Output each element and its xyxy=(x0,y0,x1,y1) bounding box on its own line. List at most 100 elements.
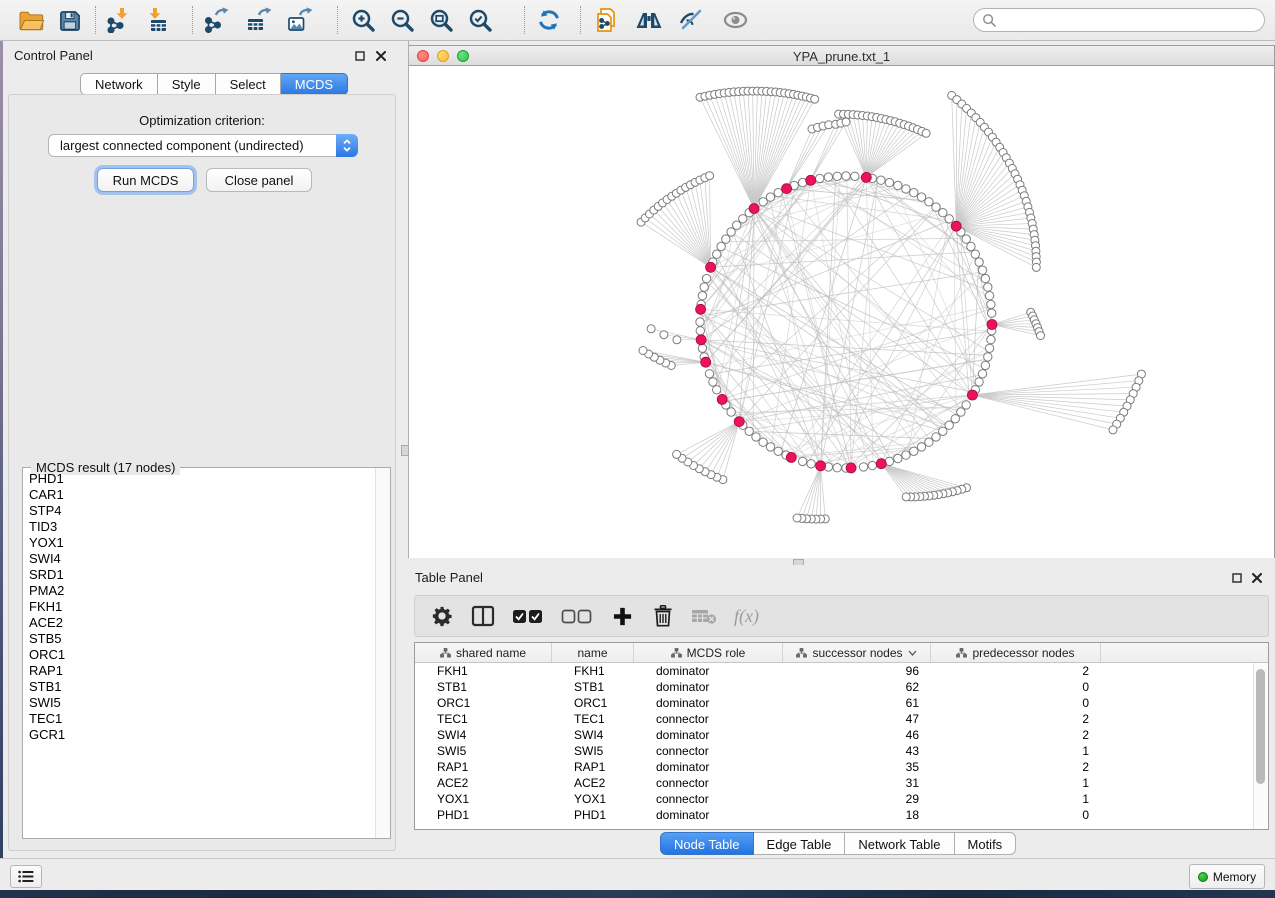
table-row[interactable]: ACE2ACE2connector311 xyxy=(415,775,1268,791)
mcds-result-item[interactable]: ORC1 xyxy=(24,647,374,663)
tab-network[interactable]: Network xyxy=(80,73,158,95)
mcds-list-scrollbar[interactable] xyxy=(375,468,390,838)
export-image-icon[interactable] xyxy=(283,4,317,36)
table-row[interactable]: YOX1YOX1connector291 xyxy=(415,791,1268,807)
cell-successor-nodes[interactable]: 43 xyxy=(783,744,931,758)
mcds-result-item[interactable]: YOX1 xyxy=(24,535,374,551)
search-field[interactable] xyxy=(973,8,1265,32)
network-window-titlebar[interactable]: YPA_prune.txt_1 xyxy=(408,45,1275,66)
cell-MCDS-role[interactable]: dominator xyxy=(634,680,783,694)
cell-shared-name[interactable]: YOX1 xyxy=(415,792,552,806)
cell-MCDS-role[interactable]: connector xyxy=(634,744,783,758)
cell-predecessor-nodes[interactable]: 2 xyxy=(931,712,1101,726)
float-window-icon[interactable] xyxy=(353,49,367,63)
select-all-checkmarks-icon[interactable] xyxy=(511,603,545,629)
cell-name[interactable]: TEC1 xyxy=(552,712,634,726)
mcds-result-item[interactable]: PHD1 xyxy=(24,471,374,487)
cell-shared-name[interactable]: TEC1 xyxy=(415,712,552,726)
cell-MCDS-role[interactable]: dominator xyxy=(634,664,783,678)
run-mcds-button[interactable]: Run MCDS xyxy=(97,168,194,192)
criterion-dropdown[interactable]: largest connected component (undirected) xyxy=(48,134,358,157)
delete-column-trash-icon[interactable] xyxy=(650,603,676,629)
cell-shared-name[interactable]: SWI4 xyxy=(415,728,552,742)
table-row[interactable]: FKH1FKH1dominator962 xyxy=(415,663,1268,679)
cell-name[interactable]: RAP1 xyxy=(552,760,634,774)
column-header-name[interactable]: name xyxy=(552,643,634,662)
cell-shared-name[interactable]: ACE2 xyxy=(415,776,552,790)
cell-predecessor-nodes[interactable]: 1 xyxy=(931,776,1101,790)
zoom-in-icon[interactable] xyxy=(346,4,380,36)
import-network-icon[interactable] xyxy=(101,4,135,36)
open-file-icon[interactable] xyxy=(14,4,48,36)
table-options-gear-icon[interactable] xyxy=(429,603,455,629)
mcds-result-item[interactable]: ACE2 xyxy=(24,615,374,631)
memory-button[interactable]: Memory xyxy=(1189,864,1265,889)
tab-edge-table[interactable]: Edge Table xyxy=(754,832,846,855)
tab-motifs[interactable]: Motifs xyxy=(955,832,1017,855)
show-column-selector-icon[interactable] xyxy=(470,603,496,629)
show-hide-graphics-details-icon[interactable] xyxy=(674,4,708,36)
search-input[interactable] xyxy=(997,12,1251,28)
cell-successor-nodes[interactable]: 29 xyxy=(783,792,931,806)
tab-style[interactable]: Style xyxy=(158,73,216,95)
cell-predecessor-nodes[interactable]: 2 xyxy=(931,760,1101,774)
mcds-result-item[interactable]: SWI5 xyxy=(24,695,374,711)
cell-predecessor-nodes[interactable]: 0 xyxy=(931,680,1101,694)
network-graph[interactable] xyxy=(409,66,1274,558)
cell-shared-name[interactable]: SWI5 xyxy=(415,744,552,758)
cell-MCDS-role[interactable]: connector xyxy=(634,792,783,806)
cell-name[interactable]: SWI5 xyxy=(552,744,634,758)
cell-predecessor-nodes[interactable]: 0 xyxy=(931,808,1101,822)
cell-name[interactable]: SWI4 xyxy=(552,728,634,742)
column-header-MCDS-role[interactable]: MCDS role xyxy=(634,643,783,662)
mcds-result-item[interactable]: TEC1 xyxy=(24,711,374,727)
mcds-result-item[interactable]: TID3 xyxy=(24,519,374,535)
column-header-predecessor-nodes[interactable]: predecessor nodes xyxy=(931,643,1101,662)
table-row[interactable]: SWI5SWI5connector431 xyxy=(415,743,1268,759)
import-table-icon[interactable] xyxy=(138,4,172,36)
close-panel-icon[interactable] xyxy=(374,49,388,63)
mcds-result-item[interactable]: FKH1 xyxy=(24,599,374,615)
cell-successor-nodes[interactable]: 31 xyxy=(783,776,931,790)
column-header-shared-name[interactable]: shared name xyxy=(415,643,552,662)
network-canvas[interactable] xyxy=(408,66,1275,559)
cell-MCDS-role[interactable]: dominator xyxy=(634,808,783,822)
save-session-icon[interactable] xyxy=(52,4,86,36)
cell-successor-nodes[interactable]: 62 xyxy=(783,680,931,694)
refresh-layout-icon[interactable] xyxy=(532,4,566,36)
cell-predecessor-nodes[interactable]: 2 xyxy=(931,664,1101,678)
cell-MCDS-role[interactable]: connector xyxy=(634,712,783,726)
cell-shared-name[interactable]: ORC1 xyxy=(415,696,552,710)
cell-MCDS-role[interactable]: dominator xyxy=(634,696,783,710)
cell-predecessor-nodes[interactable]: 1 xyxy=(931,792,1101,806)
cell-predecessor-nodes[interactable]: 0 xyxy=(931,696,1101,710)
zoom-selected-icon[interactable] xyxy=(463,4,497,36)
node-table[interactable]: shared namenameMCDS rolesuccessor nodesp… xyxy=(414,642,1269,830)
export-table-icon[interactable] xyxy=(242,4,276,36)
close-panel-button[interactable]: Close panel xyxy=(206,168,312,192)
mcds-result-item[interactable]: STB1 xyxy=(24,679,374,695)
cell-successor-nodes[interactable]: 35 xyxy=(783,760,931,774)
share-document-icon[interactable] xyxy=(590,4,624,36)
table-row[interactable]: TEC1TEC1connector472 xyxy=(415,711,1268,727)
close-panel-icon[interactable] xyxy=(1250,571,1264,585)
horizontal-splitter[interactable] xyxy=(408,558,1275,565)
splitter-grip[interactable] xyxy=(401,445,409,456)
cell-predecessor-nodes[interactable]: 2 xyxy=(931,728,1101,742)
table-row[interactable]: STB1STB1dominator620 xyxy=(415,679,1268,695)
add-column-icon[interactable] xyxy=(609,603,635,629)
mcds-result-item[interactable]: PMA2 xyxy=(24,583,374,599)
network-leaf-nodes[interactable] xyxy=(637,87,1145,523)
cell-name[interactable]: FKH1 xyxy=(552,664,634,678)
cell-successor-nodes[interactable]: 18 xyxy=(783,808,931,822)
cell-MCDS-role[interactable]: connector xyxy=(634,776,783,790)
mcds-result-item[interactable]: SRD1 xyxy=(24,567,374,583)
table-row[interactable]: ORC1ORC1dominator610 xyxy=(415,695,1268,711)
table-scrollbar[interactable] xyxy=(1253,663,1267,829)
scrollbar-thumb[interactable] xyxy=(1256,669,1265,784)
tab-select[interactable]: Select xyxy=(216,73,281,95)
cell-successor-nodes[interactable]: 61 xyxy=(783,696,931,710)
cell-shared-name[interactable]: FKH1 xyxy=(415,664,552,678)
cell-MCDS-role[interactable]: dominator xyxy=(634,728,783,742)
cell-shared-name[interactable]: PHD1 xyxy=(415,808,552,822)
